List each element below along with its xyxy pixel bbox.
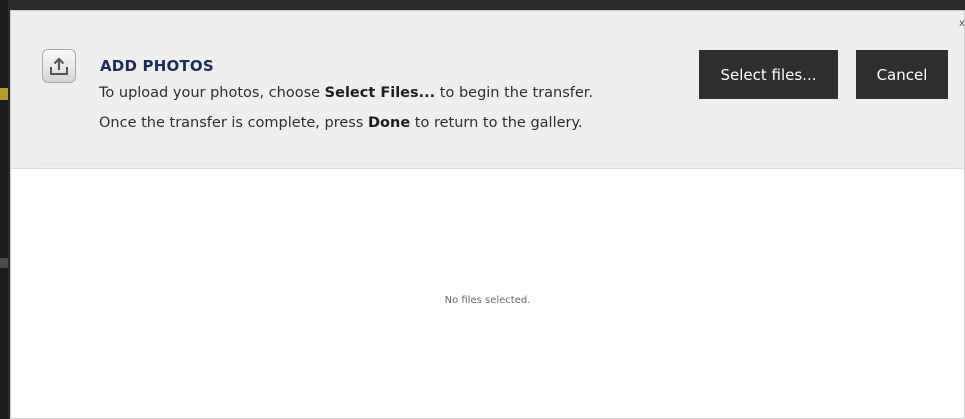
file-list-area: No files selected. — [11, 169, 964, 418]
close-icon[interactable]: x — [959, 17, 965, 31]
instruction-text: to begin the transfer. — [435, 85, 594, 101]
upload-tray-icon — [42, 49, 76, 83]
instruction-text: To upload your photos, choose — [99, 85, 325, 101]
dialog-title: ADD PHOTOS — [100, 57, 214, 75]
backdrop-strip — [0, 0, 8, 419]
instruction-line-1: To upload your photos, choose Select Fil… — [99, 85, 593, 101]
instruction-text: to return to the gallery. — [410, 115, 583, 131]
select-files-button[interactable]: Select files... — [699, 50, 838, 99]
instruction-text: Once the transfer is complete, press — [99, 115, 369, 131]
cancel-button[interactable]: Cancel — [856, 50, 948, 99]
instruction-emphasis: Select Files... — [324, 85, 436, 101]
backdrop-accent — [0, 88, 8, 100]
upload-tray-icon-glyph — [50, 57, 68, 75]
add-photos-dialog: ADD PHOTOS To upload your photos, choose… — [10, 10, 965, 419]
empty-state-message: No files selected. — [444, 295, 531, 306]
header-divider — [38, 163, 954, 164]
instruction-line-2: Once the transfer is complete, press Don… — [99, 115, 583, 131]
dialog-header: ADD PHOTOS To upload your photos, choose… — [11, 11, 965, 169]
instruction-emphasis: Done — [368, 115, 411, 131]
backdrop-accent — [0, 258, 8, 268]
